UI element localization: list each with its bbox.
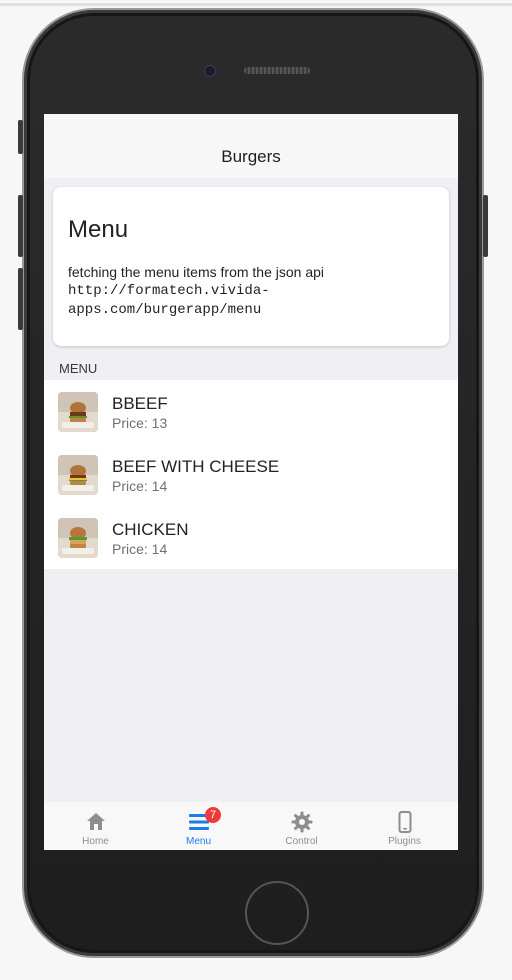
item-price: Price: 14 <box>112 541 168 557</box>
item-price: Price: 14 <box>112 478 168 494</box>
tab-menu-label: Menu <box>185 836 211 847</box>
api-url-text: http://formatech.vivida-apps.com/burgera… <box>68 283 270 318</box>
list-header: MENU <box>59 361 98 376</box>
tab-plugins[interactable]: Plugins <box>353 802 456 850</box>
card-title: Menu <box>68 216 129 243</box>
tab-home-label: Home <box>82 836 109 847</box>
home-icon <box>87 813 105 830</box>
home-button[interactable] <box>245 881 309 945</box>
volume-down-button <box>18 268 23 330</box>
burger-thumbnail <box>58 518 98 558</box>
menu-badge: 7 <box>205 807 221 823</box>
app-screen: Burgers Menu fetching the menu items fro… <box>44 114 458 850</box>
list-item[interactable]: CHICKEN Price: 14 <box>44 506 458 569</box>
tab-menu[interactable]: 7 Menu <box>147 802 250 850</box>
mute-switch <box>18 120 23 154</box>
tab-plugins-label: Plugins <box>388 836 421 847</box>
tab-control-label: Control <box>285 836 318 847</box>
earpiece-speaker <box>244 67 310 74</box>
volume-up-button <box>18 195 23 257</box>
phone-icon <box>398 811 412 833</box>
navigation-bar: Burgers <box>44 114 458 178</box>
menu-info-card: Menu fetching the menu items from the js… <box>53 187 449 346</box>
front-camera <box>204 65 216 77</box>
item-name: BEEF WITH CHEESE <box>112 457 280 476</box>
power-button <box>483 195 488 257</box>
item-name: CHICKEN <box>112 520 189 539</box>
gear-icon <box>291 811 313 833</box>
list-item[interactable]: BEEF WITH CHEESE Price: 14 <box>44 443 458 506</box>
card-description: fetching the menu items from the json ap… <box>68 263 368 320</box>
page-title: Burgers <box>221 147 281 166</box>
item-price: Price: 13 <box>112 415 168 431</box>
menu-list: BBEEF Price: 13 BEEF WITH CHEESE Price: … <box>44 380 458 569</box>
card-description-text: fetching the menu items from the json ap… <box>68 264 325 280</box>
tab-bar: Home 7 Menu Control Plugins <box>44 802 458 850</box>
burger-thumbnail <box>58 392 98 432</box>
tab-control[interactable]: Control <box>250 802 353 850</box>
page-top-line <box>0 3 512 6</box>
tab-home[interactable]: Home <box>44 802 147 850</box>
list-item[interactable]: BBEEF Price: 13 <box>44 380 458 443</box>
item-name: BBEEF <box>112 394 168 413</box>
burger-thumbnail <box>58 455 98 495</box>
api-url: http://formatech.vivida-apps.com/burgera… <box>68 282 368 320</box>
